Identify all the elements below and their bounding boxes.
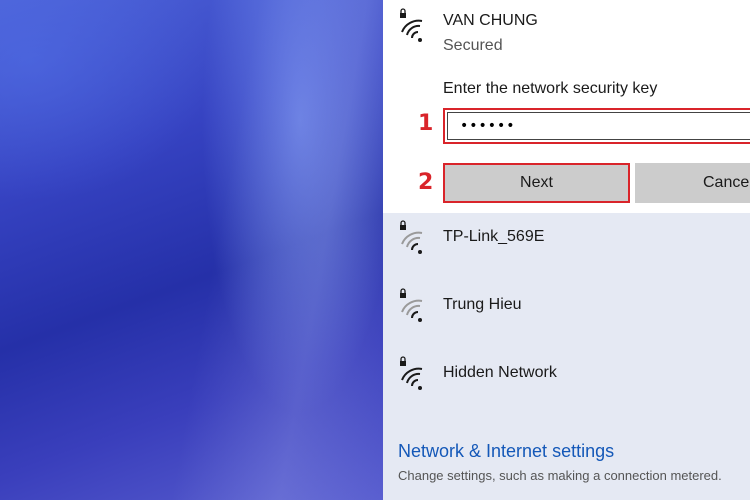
active-network-card[interactable]: VAN CHUNG Secured Enter the network secu… bbox=[383, 0, 750, 213]
wifi-flyout-panel: VAN CHUNG Secured Enter the network secu… bbox=[383, 0, 750, 500]
wifi-secured-icon bbox=[398, 220, 428, 254]
network-status: Secured bbox=[443, 37, 503, 54]
network-item-trung-hieu[interactable]: Trung Hieu bbox=[383, 278, 750, 338]
wifi-secured-icon bbox=[398, 356, 428, 390]
security-key-prompt: Enter the network security key bbox=[443, 80, 658, 97]
network-settings-link[interactable]: Network & Internet settings bbox=[398, 441, 614, 462]
wifi-secured-icon bbox=[398, 288, 428, 322]
network-item-name: Trung Hieu bbox=[443, 296, 522, 313]
next-button[interactable]: Next bbox=[443, 163, 630, 203]
network-item-name: Hidden Network bbox=[443, 364, 557, 381]
step-2-marker: 2 bbox=[418, 170, 434, 195]
network-item-hidden[interactable]: Hidden Network bbox=[383, 346, 750, 406]
cancel-button[interactable]: Cancel bbox=[635, 163, 750, 203]
network-item-name: TP-Link_569E bbox=[443, 228, 545, 245]
network-name: VAN CHUNG bbox=[443, 12, 538, 29]
network-settings-description: Change settings, such as making a connec… bbox=[398, 468, 722, 483]
security-key-input[interactable] bbox=[447, 112, 750, 140]
step-1-marker: 1 bbox=[418, 111, 434, 136]
wifi-secured-icon bbox=[398, 8, 428, 42]
security-key-highlight bbox=[443, 108, 750, 144]
desktop-wallpaper bbox=[0, 0, 383, 500]
network-item-tp-link[interactable]: TP-Link_569E bbox=[383, 210, 750, 270]
